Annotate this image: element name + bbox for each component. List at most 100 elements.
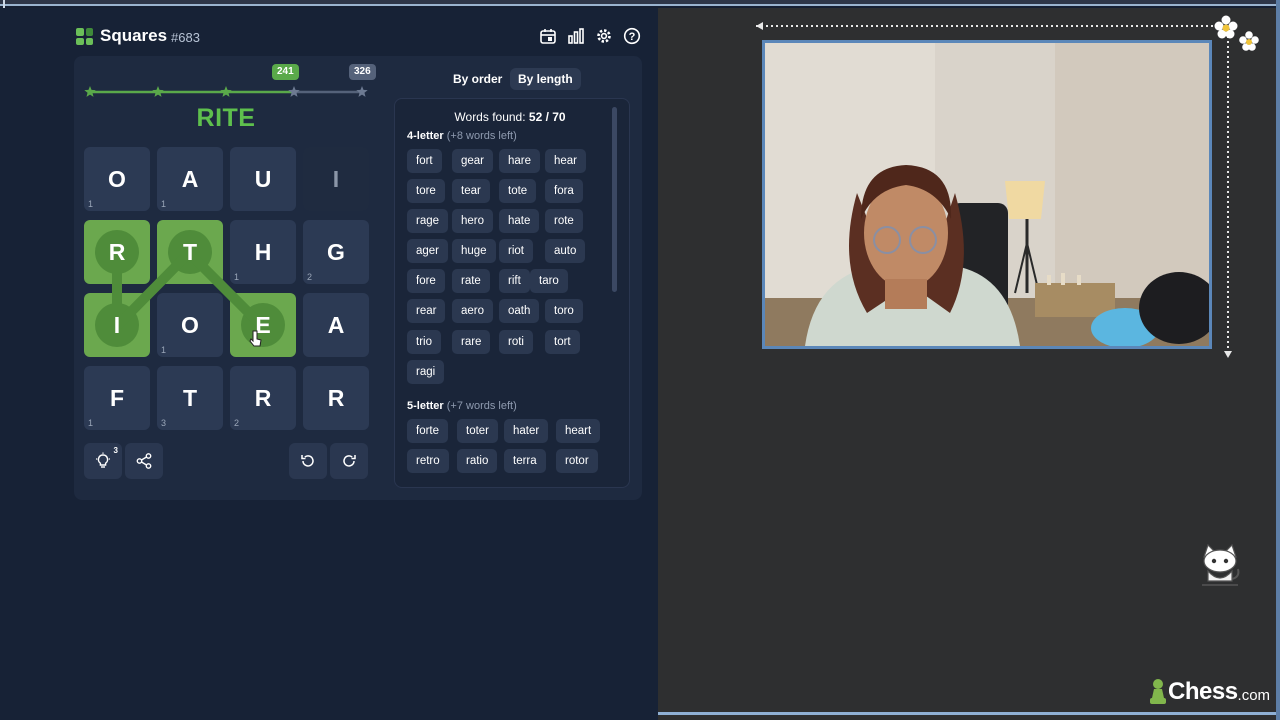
grid-tile[interactable]: U — [230, 147, 296, 211]
share-button[interactable] — [125, 443, 163, 479]
tile-letter: R — [108, 238, 126, 265]
webcam-feed — [762, 40, 1212, 349]
word-chip[interactable]: terra — [504, 449, 546, 473]
tab-by-order[interactable]: By order — [445, 68, 510, 90]
puzzle-number: #683 — [171, 30, 200, 45]
word-chip[interactable]: auto — [545, 239, 586, 263]
word-chip[interactable]: rare — [452, 330, 491, 354]
word-chip[interactable]: hater — [504, 419, 549, 443]
stats-icon[interactable] — [566, 26, 586, 46]
grid-tile[interactable]: R2 — [230, 366, 296, 430]
word-chip[interactable]: fore — [407, 269, 445, 293]
grid-tile[interactable]: H1 — [230, 220, 296, 284]
word-chip[interactable]: oath — [499, 299, 540, 323]
squares-logo-icon — [76, 28, 93, 45]
game-header: Squares #683 ? — [76, 26, 642, 48]
word-chip[interactable]: tort — [545, 330, 580, 354]
word-chip[interactable]: heart — [556, 419, 601, 443]
word-chip[interactable]: rift — [499, 269, 530, 293]
word-chip[interactable]: hare — [499, 149, 541, 173]
word-chip[interactable]: rote — [545, 209, 583, 233]
tile-letter: H — [254, 238, 272, 265]
word-chip[interactable]: toro — [545, 299, 583, 323]
word-chip[interactable]: hero — [452, 209, 494, 233]
tile-letter: T — [182, 384, 198, 411]
word-chip[interactable]: ratio — [457, 449, 498, 473]
rotate-left-button[interactable] — [289, 443, 327, 479]
pawn-icon — [1150, 679, 1166, 704]
word-chip[interactable]: rear — [407, 299, 446, 323]
calendar-icon[interactable] — [538, 26, 558, 46]
hint-button[interactable]: 3 — [84, 443, 122, 479]
word-chip[interactable]: hate — [499, 209, 540, 233]
word-chip[interactable]: tear — [452, 179, 490, 203]
word-chip[interactable]: fora — [545, 179, 583, 203]
word-chip[interactable]: toter — [457, 419, 499, 443]
word-chip[interactable]: fort — [407, 149, 442, 173]
cat-sticker-icon — [1202, 543, 1240, 586]
milestone-star-icon — [288, 86, 300, 97]
group-title: 4-letter — [407, 130, 444, 142]
grid-tile[interactable]: R — [84, 220, 150, 284]
lightbulb-icon — [96, 452, 110, 468]
webcam-scene — [765, 43, 1209, 346]
grid-tile[interactable]: T — [157, 220, 223, 284]
word-chip[interactable]: forte — [407, 419, 449, 443]
words-scrollbar[interactable] — [612, 107, 617, 292]
grid-tile[interactable]: T3 — [157, 366, 223, 430]
word-chip[interactable]: ragi — [407, 360, 445, 384]
group-left-count: (+7 words left) — [446, 400, 517, 412]
group-title: 5-letter — [407, 400, 444, 412]
grid-tile[interactable]: A1 — [157, 147, 223, 211]
word-chip[interactable]: taro — [530, 269, 568, 293]
current-word: RITE — [196, 104, 256, 132]
grid-tile[interactable]: G2 — [303, 220, 369, 284]
word-chip[interactable]: roti — [499, 330, 533, 354]
words-found: Words found: 52 / 70 — [395, 110, 625, 124]
grid-tile[interactable]: A — [303, 293, 369, 357]
rotate-right-button[interactable] — [330, 443, 368, 479]
milestone-star-icon — [84, 86, 96, 97]
word-chip[interactable]: rotor — [556, 449, 598, 473]
group-header-5-letter: 5-letter (+7 words left) — [407, 400, 517, 412]
tile-letter: A — [181, 165, 199, 192]
tile-count: 1 — [161, 345, 167, 355]
grid-tile[interactable]: F1 — [84, 366, 150, 430]
grid-tile[interactable]: R — [303, 366, 369, 430]
tab-by-length[interactable]: By length — [510, 68, 581, 90]
milestone-star-icon — [152, 86, 164, 97]
word-chip[interactable]: huge — [452, 239, 496, 263]
tile-count: 2 — [307, 272, 313, 282]
grid-tile[interactable]: O1 — [157, 293, 223, 357]
tile-letter: G — [327, 238, 345, 265]
word-chip[interactable]: trio — [407, 330, 441, 354]
word-chip[interactable]: rage — [407, 209, 449, 233]
stream-top-border — [0, 0, 1280, 6]
help-icon[interactable]: ? — [622, 26, 642, 46]
words-found-value: 52 / 70 — [528, 110, 566, 124]
word-chip[interactable]: ager — [407, 239, 449, 263]
settings-icon[interactable] — [594, 26, 614, 46]
milestone-star-icon — [356, 86, 368, 97]
chess-com-logo: Chess .com — [1148, 677, 1270, 707]
word-chip[interactable]: tote — [499, 179, 537, 203]
tile-count: 2 — [234, 418, 240, 428]
words-found-label: Words found: — [454, 110, 529, 124]
word-chip[interactable]: retro — [407, 449, 449, 473]
grid-tile[interactable]: O1 — [84, 147, 150, 211]
word-chip[interactable]: aero — [452, 299, 494, 323]
stream-bottom-border — [658, 712, 1280, 715]
word-chip[interactable]: riot — [499, 239, 533, 263]
flower-icon — [1214, 15, 1238, 39]
word-chip[interactable]: rate — [452, 269, 490, 293]
word-chip[interactable]: hear — [545, 149, 587, 173]
grid-tile[interactable]: I — [303, 147, 369, 211]
chess-logo-word: Chess — [1168, 678, 1238, 705]
tile-letter: R — [254, 384, 272, 411]
grid-tile[interactable]: E — [230, 293, 296, 357]
word-chip[interactable]: tore — [407, 179, 445, 203]
words-panel: Words found: 52 / 70 4-letter (+8 words … — [394, 98, 630, 488]
grid-tile[interactable]: I — [84, 293, 150, 357]
mouse-cursor-icon — [249, 330, 262, 347]
word-chip[interactable]: gear — [452, 149, 494, 173]
